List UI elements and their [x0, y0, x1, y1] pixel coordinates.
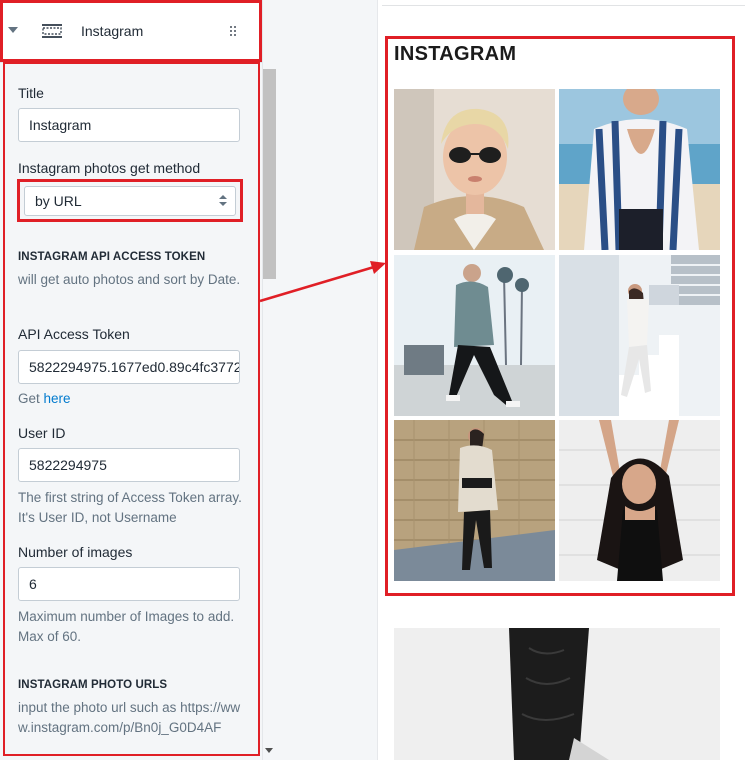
annotation-preview-box — [385, 36, 735, 596]
next-section-image — [394, 628, 720, 760]
scroll-down-arrow-icon[interactable] — [265, 748, 273, 753]
preview-divider — [382, 5, 745, 6]
preview-gutter — [277, 0, 377, 760]
annotation-header-box — [0, 0, 262, 62]
annotation-panel-box — [3, 62, 260, 756]
annotation-select-box — [17, 179, 243, 222]
scrollbar-thumb[interactable] — [263, 69, 276, 279]
